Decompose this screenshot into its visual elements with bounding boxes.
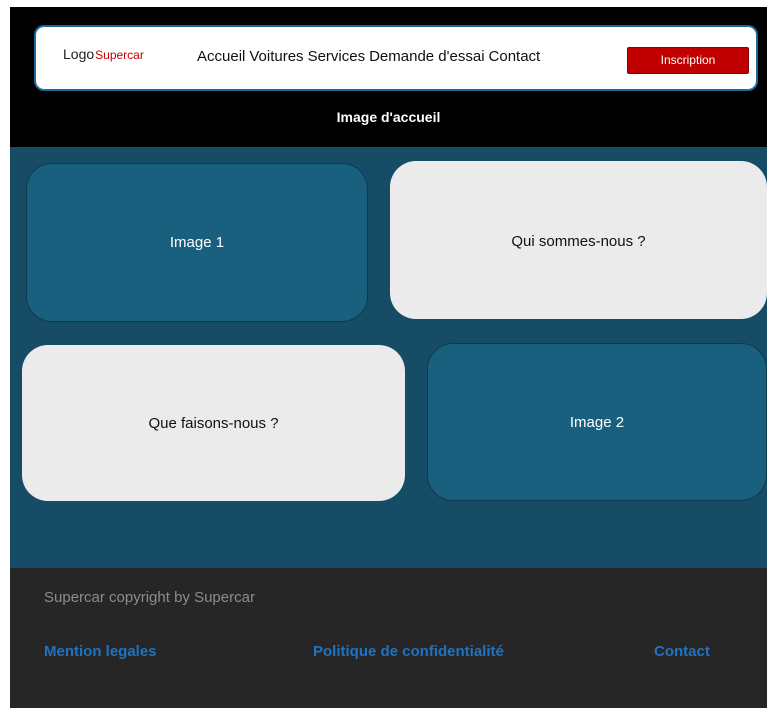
image-2-placeholder: Image 2 (427, 343, 767, 501)
footer: Supercar copyright by Supercar Mention l… (10, 568, 767, 708)
footer-link-legal-notice[interactable]: Mention legales (44, 643, 157, 660)
what-we-do-card: Que faisons-nous ? (22, 345, 405, 501)
footer-link-contact[interactable]: Contact (654, 643, 710, 660)
main-content: Image 1 Qui sommes-nous ? Que faisons-no… (10, 147, 767, 568)
image-2-label: Image 2 (569, 413, 625, 431)
page-frame: LogoSupercar Accueil Voitures Services D… (10, 7, 767, 708)
logo-text: Logo (63, 46, 95, 62)
nav-link-demande-essai[interactable]: Demande d'essai (369, 48, 484, 65)
logo[interactable]: LogoSupercar (63, 46, 144, 62)
what-we-do-label: Que faisons-nous ? (148, 414, 279, 432)
who-are-we-card: Qui sommes-nous ? (390, 161, 767, 319)
footer-link-privacy-policy[interactable]: Politique de confidentialité (313, 643, 504, 660)
copyright-text: Supercar copyright by Supercar (44, 589, 255, 606)
navbar: LogoSupercar Accueil Voitures Services D… (34, 25, 758, 91)
signup-button[interactable]: Inscription (627, 47, 749, 74)
nav-links: Accueil Voitures Services Demande d'essa… (197, 48, 544, 65)
hero-image-caption: Image d'accueil (336, 109, 441, 125)
image-1-placeholder: Image 1 (26, 163, 368, 322)
image-1-label: Image 1 (169, 234, 225, 251)
nav-link-services[interactable]: Services (308, 48, 366, 65)
nav-link-accueil[interactable]: Accueil (197, 48, 245, 65)
hero-section: LogoSupercar Accueil Voitures Services D… (10, 7, 767, 147)
logo-brand: Supercar (95, 48, 144, 62)
who-are-we-label: Qui sommes-nous ? (511, 233, 646, 250)
nav-link-contact[interactable]: Contact (489, 48, 541, 65)
nav-link-voitures[interactable]: Voitures (249, 48, 303, 65)
